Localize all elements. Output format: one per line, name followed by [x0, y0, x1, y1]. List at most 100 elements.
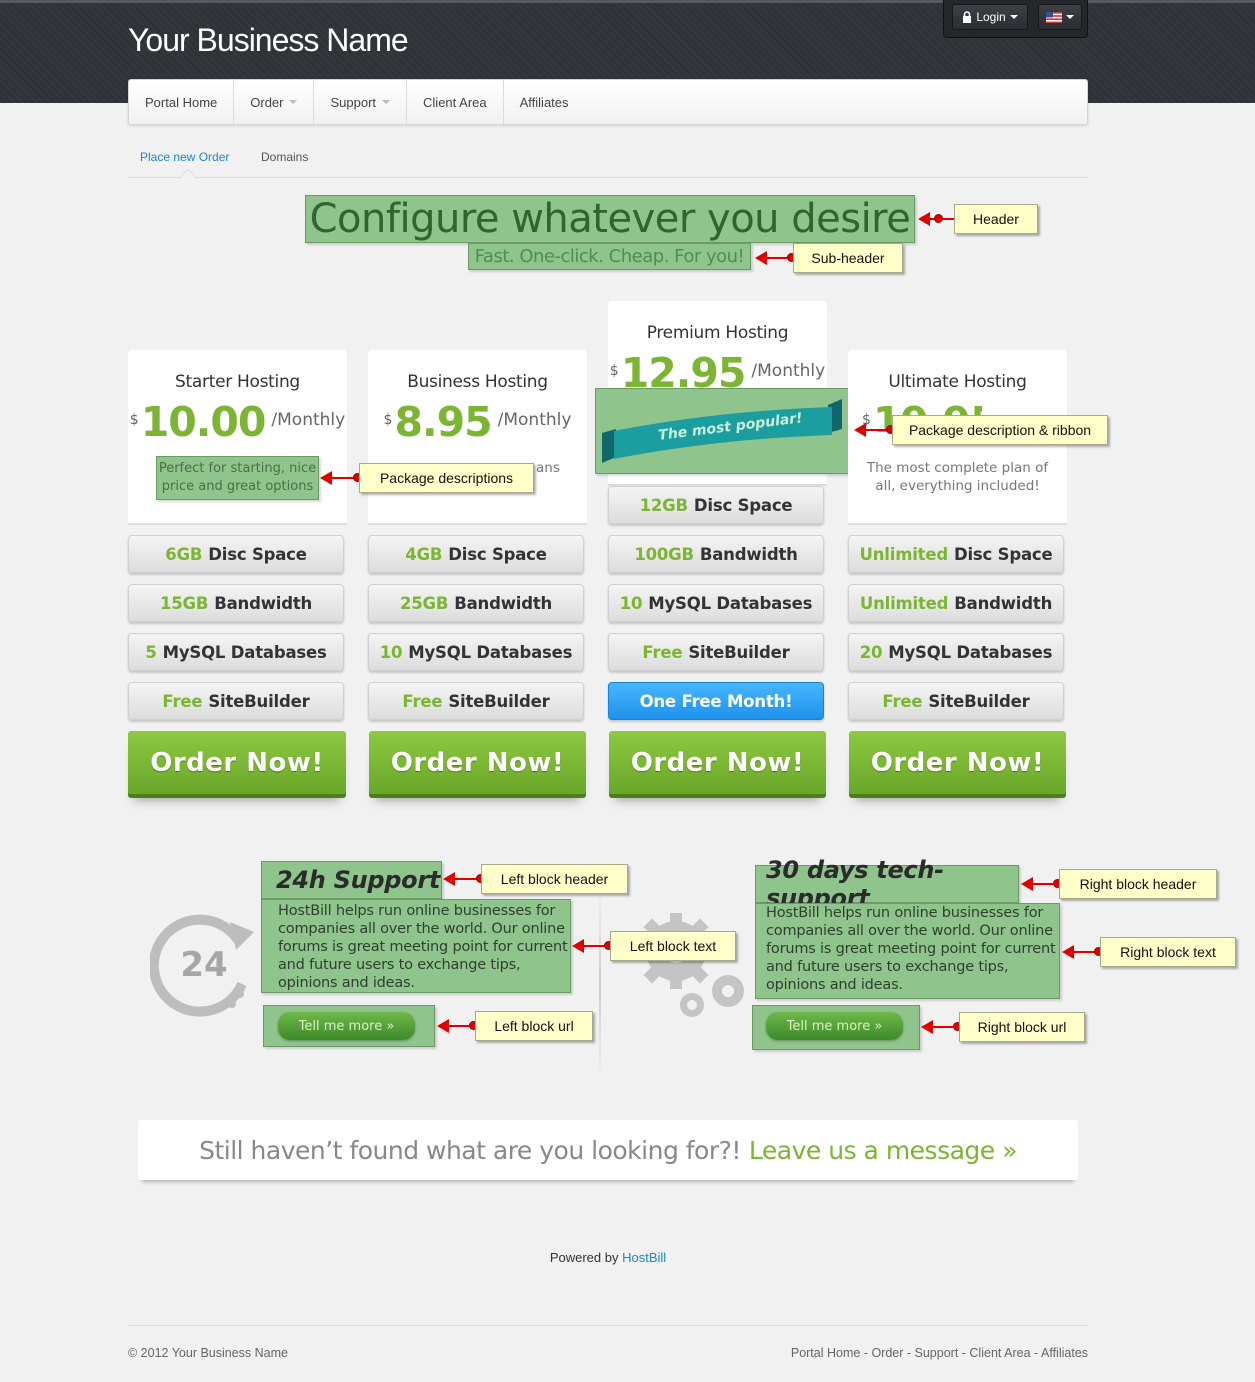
annotation-dot [934, 214, 943, 223]
footer-link-order[interactable]: Order [871, 1346, 903, 1360]
footer-link-client-area[interactable]: Client Area [969, 1346, 1030, 1360]
feature-value: Free [402, 691, 443, 711]
price-period: /Monthly [497, 410, 572, 430]
feature-label: MySQL Databases [162, 642, 327, 662]
tab-domains[interactable]: Domains [261, 150, 308, 164]
feature-disc: 4GB Disc Space [368, 535, 584, 573]
annotation-subheader: Sub-header [793, 243, 903, 273]
plan-card-starter: Starter Hosting $ 10.00 /Monthly Perfect… [128, 350, 347, 525]
nav-affiliates[interactable]: Affiliates [504, 80, 585, 124]
order-now-button[interactable]: Order Now! [128, 731, 346, 794]
price-period: /Monthly [271, 410, 346, 430]
feature-value: 100GB [634, 544, 694, 564]
annotation-right-url: Right block url [959, 1012, 1085, 1042]
feature-label: Bandwidth [214, 593, 313, 613]
feature-label: MySQL Databases [648, 593, 813, 613]
right-tell-me-more-link[interactable]: Tell me more » [766, 1012, 903, 1040]
login-label: Login [976, 10, 1006, 24]
left-block-url-box: Tell me more » [263, 1005, 435, 1047]
nav-order[interactable]: Order [234, 80, 315, 124]
tab-place-new-order[interactable]: Place new Order [140, 150, 229, 164]
feature-disc: 12GB Disc Space [608, 486, 824, 524]
plan-description: The most complete plan of all, everythin… [866, 460, 1049, 494]
feature-mysql: 10 MySQL Databases [608, 584, 824, 622]
feature-value: 10 [379, 642, 403, 662]
feature-mysql: 10 MySQL Databases [368, 633, 584, 671]
feature-value: Free [882, 691, 923, 711]
feature-value: 15GB [159, 593, 209, 613]
feature-label: Disc Space [693, 495, 793, 515]
feature-bandwidth: 100GB Bandwidth [608, 535, 824, 573]
plan-name: Starter Hosting [175, 372, 300, 392]
feature-label: Bandwidth [454, 593, 553, 613]
nav-label: Support [330, 94, 377, 110]
plan-name: Premium Hosting [646, 323, 789, 343]
feature-label: SiteBuilder [208, 691, 310, 711]
feature-sitebuilder: Free SiteBuilder [368, 682, 584, 720]
feature-value: 20 [859, 642, 883, 662]
chevron-down-icon [1066, 15, 1074, 19]
plan-description: Perfect for starting, nice price and gre… [156, 456, 319, 500]
page-subheader: Fast. One-click. Cheap. For you! [468, 243, 751, 270]
plan-description-fragment: ans [536, 460, 560, 476]
annotation-right-header: Right block header [1059, 869, 1217, 899]
blocks-divider [599, 890, 601, 1080]
plan-name: Business Hosting [407, 372, 548, 392]
nav-portal-home[interactable]: Portal Home [129, 80, 235, 124]
nav-client-area[interactable]: Client Area [407, 80, 504, 124]
currency-symbol: $ [383, 412, 393, 428]
order-now-button[interactable]: Order Now! [369, 731, 586, 794]
feature-bandwidth: 25GB Bandwidth [368, 584, 584, 622]
language-button[interactable] [1038, 4, 1082, 30]
order-subtabs: Place new Order Domains [128, 150, 1088, 178]
left-block-header: 24h Support [261, 861, 442, 899]
contact-cta: Still haven’t found what are you looking… [138, 1120, 1078, 1180]
plan-card-business: Business Hosting $ 8.95 /Monthly ans [368, 350, 587, 525]
feature-mysql: 20 MySQL Databases [848, 633, 1064, 671]
cta-text: Still haven’t found what are you looking… [199, 1135, 741, 1165]
brand-title[interactable]: Your Business Name [128, 22, 409, 59]
footer-link-affiliates[interactable]: Affiliates [1041, 1346, 1088, 1360]
login-button[interactable]: Login [952, 4, 1028, 30]
top-right-controls: Login [943, 0, 1088, 38]
footer-link-portal-home[interactable]: Portal Home [791, 1346, 860, 1360]
feature-value: 12GB [639, 495, 688, 515]
feature-sitebuilder: Free SiteBuilder [848, 682, 1064, 720]
footer-copyright: © 2012 Your Business Name [128, 1346, 289, 1360]
feature-label: Disc Space [208, 544, 307, 564]
left-block-text: HostBill helps run online businesses for… [261, 899, 571, 993]
annotation-right-text: Right block text [1100, 937, 1236, 967]
feature-disc: Unlimited Disc Space [848, 535, 1064, 573]
plan-price: $ 10.00 /Monthly [128, 398, 347, 446]
currency-symbol: $ [129, 412, 139, 428]
feature-value: Free [162, 691, 203, 711]
right-block-text: HostBill helps run online businesses for… [755, 903, 1060, 999]
nav-label: Portal Home [145, 94, 218, 110]
us-flag-icon [1046, 11, 1062, 23]
feature-label: MySQL Databases [408, 642, 573, 662]
annotation-left-text: Left block text [610, 931, 736, 961]
feature-sitebuilder: Free SiteBuilder [128, 682, 344, 720]
order-now-button[interactable]: Order Now! [849, 731, 1066, 794]
main-nav: Portal Home Order Support Client Area Af… [128, 79, 1088, 125]
plan-name: Ultimate Hosting [888, 372, 1027, 392]
hostbill-link[interactable]: HostBill [622, 1250, 666, 1265]
feature-value: Unlimited [859, 593, 949, 613]
chevron-down-icon [1009, 15, 1018, 19]
left-tell-me-more-link[interactable]: Tell me more » [278, 1012, 415, 1040]
feature-bandwidth: Unlimited Bandwidth [848, 584, 1064, 622]
feature-label: SiteBuilder [448, 691, 550, 711]
annotation-package-descriptions: Package descriptions [359, 463, 534, 493]
currency-symbol: $ [609, 363, 619, 379]
feature-value: 10 [619, 593, 643, 613]
nav-label: Order [250, 94, 284, 110]
order-now-button[interactable]: Order Now! [609, 731, 826, 794]
footer-link-support[interactable]: Support [915, 1346, 959, 1360]
footer-links: Portal Home - Order - Support - Client A… [790, 1346, 1088, 1360]
leave-message-link[interactable]: Leave us a message » [749, 1136, 1018, 1165]
price-amount: 8.95 [394, 398, 492, 446]
annotation-package-ribbon: Package description & ribbon [892, 415, 1108, 445]
annotation-left-url: Left block url [475, 1011, 593, 1041]
nav-support[interactable]: Support [314, 80, 408, 124]
feature-value: 4GB [405, 544, 443, 564]
